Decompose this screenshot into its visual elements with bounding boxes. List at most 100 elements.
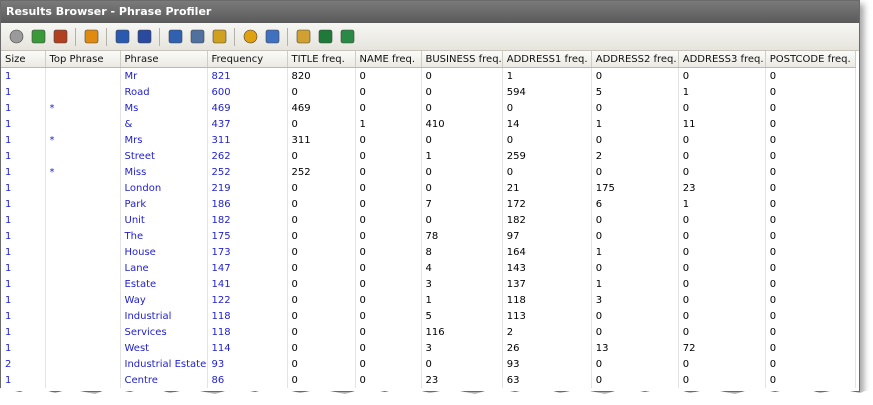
table-cell (45, 116, 121, 132)
column-header[interactable]: Top Phrase (45, 51, 121, 68)
toolbar (1, 23, 859, 51)
save-icon[interactable] (210, 28, 228, 46)
table-row[interactable]: 1 & 437 0 1 410 14 1 11 0 (1, 116, 856, 132)
column-header[interactable]: POSTCODE freq. (765, 51, 856, 68)
table-cell: 1 (1, 148, 46, 164)
table-row[interactable]: 1 The 175 0 0 78 97 0 0 0 (1, 228, 856, 244)
table-cell (45, 244, 121, 260)
table-cell: Services (120, 324, 208, 340)
results-grid: Size Top Phrase Phrase Frequency TITLE freq.… (1, 51, 856, 388)
column-header[interactable]: Phrase (120, 51, 208, 68)
table-cell: 72 (678, 340, 766, 356)
column-header[interactable]: Frequency (207, 51, 288, 68)
table-row[interactable]: 1 Estate 141 0 0 3 137 1 0 0 (1, 276, 856, 292)
toolbar-separator (159, 27, 160, 46)
notes-icon[interactable] (294, 28, 312, 46)
table-cell: 600 (207, 84, 288, 100)
table-cell: 1 (678, 84, 766, 100)
table-row[interactable]: 1 Lane 147 0 0 4 143 0 0 0 (1, 260, 856, 276)
table-row[interactable]: 1 Mr 821 820 0 0 1 0 0 0 (1, 67, 856, 84)
table-cell: 113 (502, 308, 592, 324)
table-row[interactable]: 1 London 219 0 0 0 21 175 23 0 (1, 180, 856, 196)
table-cell: 0 (591, 260, 679, 276)
table-cell: 1 (591, 276, 679, 292)
table-row[interactable]: 1 Road 600 0 0 0 594 5 1 0 (1, 84, 856, 100)
table-cell: 118 (207, 308, 288, 324)
table-cell: 0 (765, 132, 856, 148)
table-cell: 0 (678, 132, 766, 148)
table-cell: 1 (1, 292, 46, 308)
column-header[interactable]: NAME freq. (355, 51, 422, 68)
table-cell: 0 (287, 116, 356, 132)
export-icon[interactable] (113, 28, 131, 46)
table-cell: 0 (591, 228, 679, 244)
excel-export-icon[interactable] (338, 28, 356, 46)
table-cell: 164 (502, 244, 592, 260)
table-row[interactable]: 1 Services 118 0 0 116 2 0 0 0 (1, 324, 856, 340)
table-cell: 0 (421, 212, 503, 228)
table-cell (45, 228, 121, 244)
column-header[interactable]: ADDRESS3 freq. (678, 51, 766, 68)
back-icon[interactable] (7, 28, 25, 46)
table-row[interactable]: 1 West 114 0 0 3 26 13 72 0 (1, 340, 856, 356)
table-cell: 2 (502, 324, 592, 340)
table-cell: 6 (591, 196, 679, 212)
table-cell: House (120, 244, 208, 260)
table-cell: 0 (765, 324, 856, 340)
info-icon[interactable] (166, 28, 184, 46)
filter-icon[interactable] (82, 28, 100, 46)
table-row[interactable]: 1 Park 186 0 0 7 172 6 1 0 (1, 196, 856, 212)
table-cell: 1 (421, 148, 503, 164)
column-header[interactable]: ADDRESS1 freq. (502, 51, 592, 68)
table-row[interactable]: 1 Way 122 0 0 1 118 3 0 0 (1, 292, 856, 308)
table-cell: Unit (120, 212, 208, 228)
table-cell (45, 260, 121, 276)
table-cell: 0 (678, 148, 766, 164)
table-cell: 0 (502, 100, 592, 116)
table-cell: 0 (765, 196, 856, 212)
table-cell: 1 (1, 244, 46, 260)
lookup-icon[interactable] (188, 28, 206, 46)
table-cell: 14 (502, 116, 592, 132)
column-header[interactable]: TITLE freq. (287, 51, 356, 68)
column-header[interactable]: Size (1, 51, 46, 68)
run-icon[interactable] (135, 28, 153, 46)
table-cell: 0 (765, 260, 856, 276)
table-row[interactable]: 1 Unit 182 0 0 0 182 0 0 0 (1, 212, 856, 228)
refresh-icon[interactable] (29, 28, 47, 46)
table-cell: 0 (678, 276, 766, 292)
table-row[interactable]: 2 Industrial Estate 93 0 0 0 93 0 0 0 (1, 356, 856, 372)
table-cell: Miss (120, 164, 208, 180)
table-cell: 1 (421, 292, 503, 308)
table-cell: 469 (207, 100, 288, 116)
table-row[interactable]: 1 * Ms 469 469 0 0 0 0 0 0 (1, 100, 856, 116)
table-cell: 137 (502, 276, 592, 292)
table-cell: 1 (1, 100, 46, 116)
table-cell: 0 (287, 196, 356, 212)
pie-chart-icon[interactable] (241, 28, 259, 46)
table-cell: Estate (120, 276, 208, 292)
table-cell: 0 (355, 84, 422, 100)
table-cell: 1 (1, 260, 46, 276)
column-header[interactable]: ADDRESS2 freq. (591, 51, 679, 68)
table-cell: 0 (355, 228, 422, 244)
table-cell: 0 (678, 292, 766, 308)
column-header[interactable]: BUSINESS freq. (421, 51, 503, 68)
table-row[interactable]: 1 House 173 0 0 8 164 1 0 0 (1, 244, 856, 260)
table-cell: 0 (765, 67, 856, 84)
table-row[interactable]: 1 * Miss 252 252 0 0 0 0 0 0 (1, 164, 856, 180)
table-cell: & (120, 116, 208, 132)
excel-icon[interactable] (316, 28, 334, 46)
table-cell: 93 (502, 356, 592, 372)
graph-icon[interactable] (263, 28, 281, 46)
table-row[interactable]: 1 * Mrs 311 311 0 0 0 0 0 0 (1, 132, 856, 148)
table-cell: * (45, 100, 121, 116)
table-row[interactable]: 1 Street 262 0 0 1 259 2 0 0 (1, 148, 856, 164)
table-cell: 93 (207, 356, 288, 372)
home-icon[interactable] (51, 28, 69, 46)
table-cell: 0 (591, 356, 679, 372)
table-row[interactable]: 1 Industrial 118 0 0 5 113 0 0 0 (1, 308, 856, 324)
table-cell: 0 (287, 292, 356, 308)
table-cell: * (45, 132, 121, 148)
table-cell: 1 (355, 116, 422, 132)
